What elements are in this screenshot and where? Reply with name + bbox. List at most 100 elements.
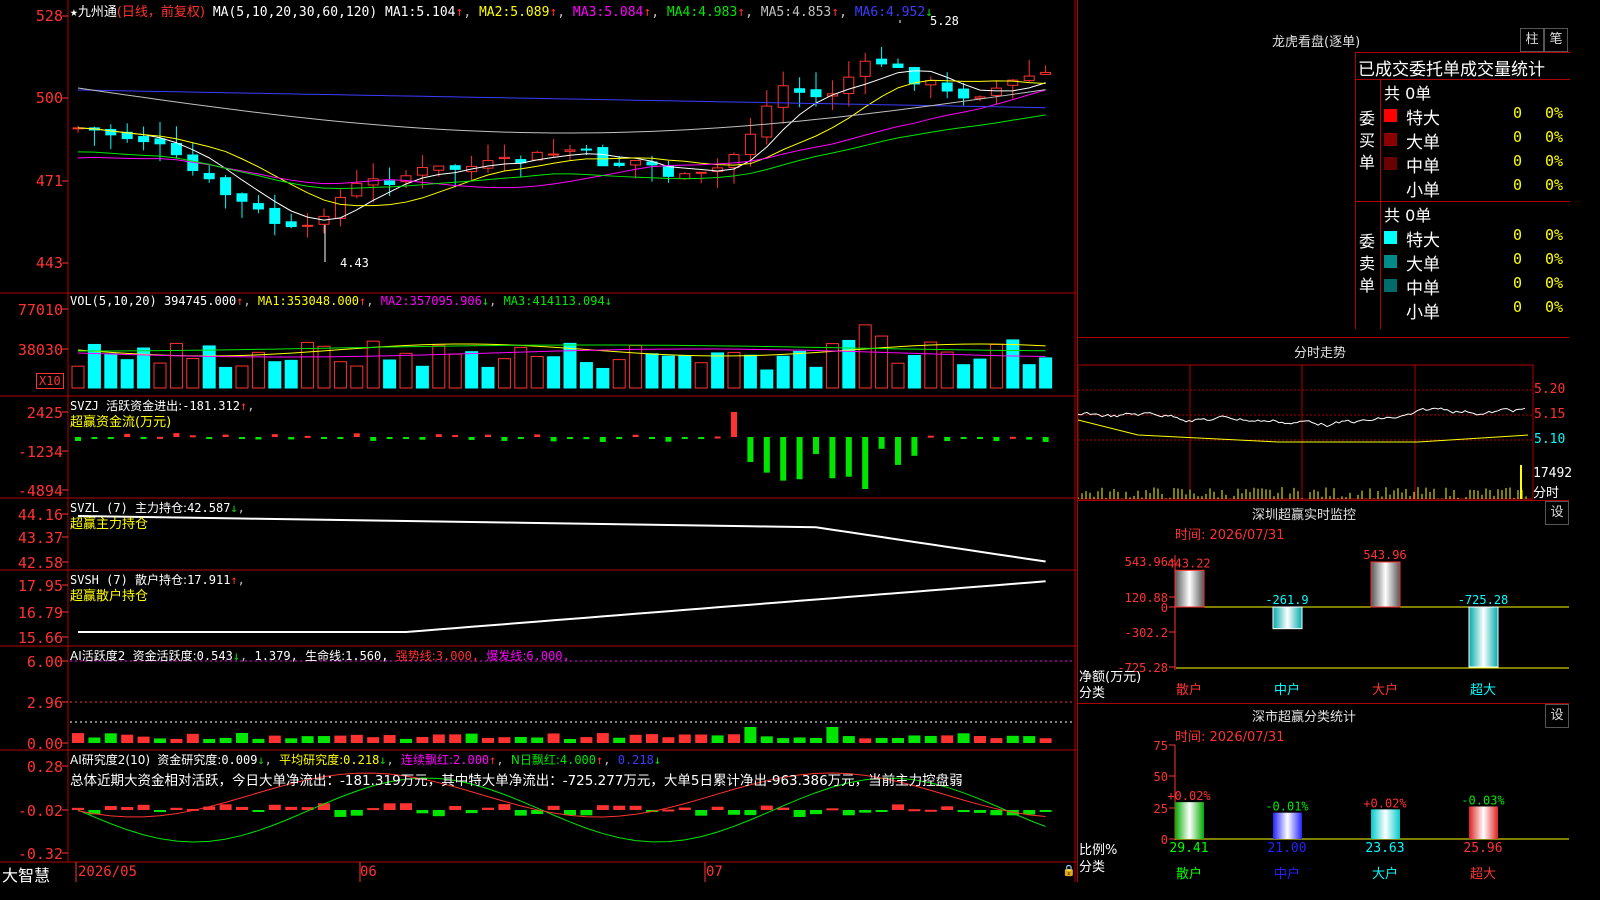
- research-bar: [367, 808, 380, 811]
- activity-bar: [957, 733, 970, 743]
- candle: [597, 147, 609, 167]
- stock-chart-area[interactable]: [0, 0, 1076, 882]
- intraday-tick: 5.20: [1534, 382, 1566, 397]
- volume-bar: [678, 355, 692, 389]
- svzj-bar: [75, 437, 81, 441]
- sz-monitor-left2: 分类: [1079, 686, 1106, 701]
- activity-bar: [268, 735, 281, 743]
- pct-label: +0.02%: [1167, 789, 1211, 803]
- y-tick: 500: [35, 89, 63, 107]
- ai1-life-label: 生命线:: [305, 649, 346, 663]
- intraday-chart[interactable]: [1078, 360, 1569, 500]
- buy-row-label: 小单: [1406, 181, 1440, 201]
- volume-bar: [383, 359, 397, 389]
- candle: [679, 173, 691, 180]
- research-bar: [629, 805, 642, 810]
- buy-row-v: 0: [1513, 128, 1523, 146]
- volume-bar: [530, 356, 544, 389]
- candle: [367, 178, 379, 186]
- research-bar: [104, 805, 117, 810]
- date-label-3: 07: [706, 864, 723, 880]
- low-price-label: 4.43: [340, 256, 369, 270]
- ai-activity-chart: [70, 660, 1072, 743]
- y-tick: 44.16: [17, 506, 63, 524]
- bar-mode-button[interactable]: 柱: [1520, 28, 1544, 52]
- tick-mode-button[interactable]: 笔: [1544, 28, 1568, 52]
- svzj-bar: [452, 435, 459, 438]
- svzl-value: 42.587: [187, 501, 231, 515]
- svzj-bar: [862, 437, 869, 489]
- activity-bar: [498, 737, 511, 743]
- activity-bar: [547, 733, 560, 743]
- volume-bar: [71, 365, 85, 389]
- candle: [794, 88, 806, 93]
- sz-monitor-chart: 543.96120.880-302.2-725.28443.22散户-261.9…: [1117, 548, 1569, 698]
- candle: [958, 88, 970, 99]
- svzj-bar: [321, 437, 327, 439]
- sz-stats-settings-button[interactable]: 设: [1545, 704, 1569, 728]
- bar-value: 29.41: [1169, 841, 1208, 856]
- candle: [695, 171, 707, 174]
- svzj-bar: [977, 437, 983, 439]
- bar-value: 25.96: [1463, 841, 1502, 856]
- share-bar: [1273, 812, 1302, 839]
- period-label: (日线，前复权): [116, 5, 205, 20]
- net-bar: [1370, 561, 1401, 608]
- volume-bar: [809, 366, 823, 389]
- candle: [744, 133, 756, 156]
- candle: [810, 89, 822, 98]
- svzj-bar: [534, 434, 541, 437]
- category-label: 中户: [1274, 866, 1300, 882]
- svzj-value: -181.312: [182, 399, 240, 413]
- ai2-a1: ↓: [257, 753, 265, 767]
- buy-row-v: 0: [1513, 152, 1523, 170]
- activity-bar: [629, 734, 642, 743]
- svzj-bar: [895, 437, 901, 465]
- candle: [843, 76, 855, 94]
- category-label: 中户: [1274, 682, 1300, 698]
- activity-bar: [826, 727, 839, 743]
- candle: [433, 165, 445, 171]
- vol-unit-badge[interactable]: X10: [36, 373, 64, 389]
- sell-swatch-1: [1384, 255, 1397, 268]
- ma1-arrow: ↑: [455, 5, 464, 20]
- activity-bar: [154, 738, 166, 743]
- buy-row-v: 0: [1513, 104, 1523, 122]
- volume-bar: [432, 344, 446, 389]
- research-bar: [924, 809, 937, 812]
- ma1-label: MA1:: [385, 5, 417, 20]
- buy-side-label: 委买单: [1359, 109, 1376, 172]
- research-bar: [842, 810, 855, 816]
- volume-bar: [547, 356, 561, 389]
- volume-bar: [235, 365, 249, 389]
- svzj-bar: [714, 436, 721, 439]
- svzj-bar: [124, 433, 131, 437]
- svzj-bar: [157, 436, 163, 439]
- buy-swatch-0: [1384, 109, 1397, 122]
- volume-bar: [940, 351, 954, 389]
- volume-bar: [1022, 364, 1036, 389]
- activity-bar: [662, 737, 675, 743]
- svzj-bar: [107, 437, 114, 439]
- candle: [236, 193, 248, 202]
- volume-bar: [350, 365, 364, 389]
- ai1-v2: 1.379,: [254, 649, 298, 663]
- volume-bar: [104, 353, 118, 389]
- research-bar: [711, 806, 724, 810]
- sz-monitor-settings-button[interactable]: 设: [1545, 501, 1569, 525]
- brand-logo[interactable]: 大智慧: [2, 862, 50, 886]
- activity-bar: [810, 738, 822, 743]
- lock-icon[interactable]: 🔒: [1062, 864, 1076, 877]
- stock-name[interactable]: 九州通: [78, 5, 117, 20]
- svzl-sub: 超赢主力持仓: [70, 517, 149, 532]
- ma2-value: 5.089: [510, 5, 550, 20]
- activity-bar: [449, 734, 462, 743]
- ai1-burst-value: 6.000,: [526, 649, 570, 663]
- svzj-bar: [173, 433, 180, 437]
- ai2-desc: 资金研究度:: [157, 753, 222, 767]
- svzj-bar: [1009, 436, 1016, 439]
- buy-row-p: 0%: [1545, 128, 1564, 146]
- lhb-table: 已成交委托单成交量统计 委买单 共 0单 特大 0 0% 大单 0 0% 中单 0 0% 小单 0 0…: [1355, 52, 1570, 329]
- svzj-arrow: ↑: [239, 399, 248, 413]
- research-bar: [596, 805, 609, 810]
